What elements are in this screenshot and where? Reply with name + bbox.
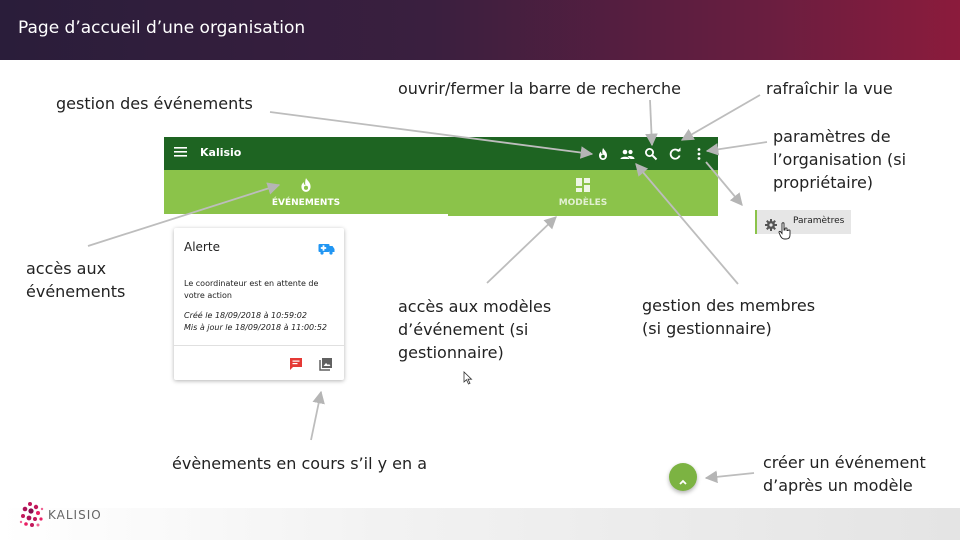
menu-icon[interactable] <box>174 145 188 161</box>
annotation-templates-access: accès aux modèles d’événement (si gestio… <box>398 295 551 364</box>
annotation-events-access: accès aux événements <box>26 257 125 303</box>
tab-events-label: ÉVÉNEMENTS <box>271 198 341 208</box>
org-menu: Paramètres <box>753 206 851 238</box>
dashboard-icon <box>575 177 591 193</box>
event-card-title: Alerte <box>184 240 220 254</box>
fire-icon <box>298 177 314 193</box>
annotation-members-management: gestion des membres (si gestionnaire) <box>642 294 815 340</box>
chat-icon[interactable] <box>289 356 303 370</box>
menu-item-settings-label: Paramètres <box>793 216 845 226</box>
annotation-line: d’après un modèle <box>763 476 913 495</box>
active-tab-indicator <box>164 214 448 216</box>
menu-item-settings[interactable]: Paramètres <box>755 210 851 234</box>
event-card-updated: Mis à jour le 18/09/2018 à 11:00:52 <box>184 323 328 332</box>
arrow-templates-access <box>486 216 557 284</box>
ambulance-icon <box>318 240 335 256</box>
logo-dots-icon <box>18 498 46 532</box>
annotation-line: gestionnaire) <box>398 343 504 362</box>
arrow-ongoing-events <box>310 390 325 441</box>
search-icon[interactable] <box>644 146 658 161</box>
gear-icon <box>765 216 777 231</box>
annotation-line: (si gestionnaire) <box>642 319 772 338</box>
annotation-line: accès aux <box>26 259 107 278</box>
annotation-line: d’événement (si <box>398 320 529 339</box>
annotation-line: gestion des membres <box>642 296 816 315</box>
tab-events[interactable]: ÉVÉNEMENTS <box>164 170 448 216</box>
more-vert-icon[interactable] <box>692 146 706 160</box>
chevron-up-icon <box>677 472 689 485</box>
refresh-icon[interactable] <box>668 146 682 160</box>
annotation-ongoing-events: évènements en cours s’il y en a <box>172 454 428 473</box>
people-icon[interactable] <box>620 146 635 160</box>
annotation-org-settings: paramètres de l’organisation (si proprié… <box>773 125 906 194</box>
tab-bar: ÉVÉNEMENTS MODÈLES <box>164 170 718 216</box>
annotation-events-management: gestion des événements <box>56 94 253 113</box>
image-icon[interactable] <box>319 356 333 371</box>
annotation-search-toggle: ouvrir/fermer la barre de recherche <box>398 79 681 98</box>
annotation-line: événements <box>26 282 126 301</box>
slide-footer <box>0 508 960 540</box>
arrow-create-event <box>704 470 755 484</box>
fire-icon[interactable] <box>596 146 610 160</box>
kalisio-logo: KALISIO <box>18 498 128 532</box>
arrow-refresh <box>680 94 761 141</box>
hand-cursor-icon <box>778 222 792 240</box>
event-card[interactable]: Alerte Le coordinateur est en attente de… <box>174 228 344 380</box>
annotation-create-event: créer un événement d’après un modèle <box>763 451 926 497</box>
slide-title: Page d’accueil d’une organisation <box>18 18 306 38</box>
mouse-cursor-icon <box>463 370 473 385</box>
logo-name: KALISIO <box>48 508 102 522</box>
annotation-line: paramètres de <box>773 127 891 146</box>
annotation-line: l’organisation (si <box>773 150 907 169</box>
event-card-created: Créé le 18/09/2018 à 10:59:02 <box>184 311 307 320</box>
annotation-line: créer un événement <box>763 453 926 472</box>
event-card-description: Le coordinateur est en attente de votre … <box>184 279 319 300</box>
card-divider <box>174 345 344 346</box>
app-toolbar: Kalisio <box>164 137 718 170</box>
annotation-line: propriétaire) <box>773 173 874 192</box>
tab-templates[interactable]: MODÈLES <box>448 170 718 216</box>
create-event-fab[interactable] <box>669 463 697 491</box>
annotation-line: accès aux modèles <box>398 297 552 316</box>
annotation-refresh: rafraîchir la vue <box>766 79 893 98</box>
app-name: Kalisio <box>200 146 242 159</box>
slide-header: Page d’accueil d’une organisation <box>0 0 960 60</box>
tab-templates-label: MODÈLES <box>558 198 608 208</box>
